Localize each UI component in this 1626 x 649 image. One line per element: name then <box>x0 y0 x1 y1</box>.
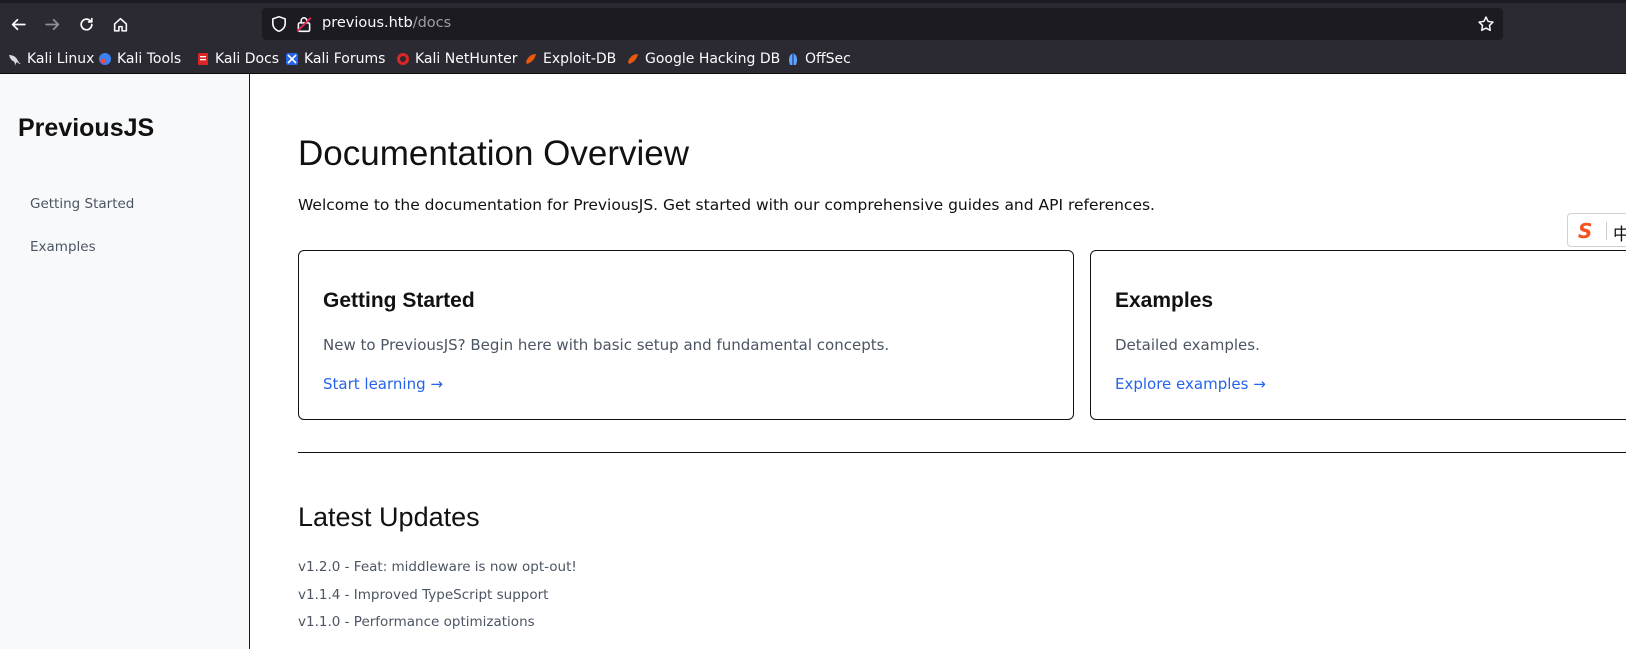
kali-docs-icon <box>198 53 208 65</box>
bookmark-label: Google Hacking DB <box>645 51 781 67</box>
card-title: Examples <box>1115 289 1214 312</box>
bookmark-kali-docs[interactable]: Kali Docs <box>196 50 279 68</box>
kali-forums-icon <box>286 53 298 65</box>
bookmark-label: Kali Forums <box>304 51 386 67</box>
bookmarks-bar: Kali Linux Kali Tools Kali Docs Kali For… <box>0 44 1626 74</box>
ghdb-icon <box>628 54 638 64</box>
home-icon <box>113 17 127 32</box>
bookmark-exploit-db[interactable]: Exploit-DB <box>524 50 616 68</box>
ime-toolbar[interactable]: S 中 <box>1567 213 1626 247</box>
card-examples: Examples Detailed examples. Explore exam… <box>1090 250 1626 420</box>
arrow-right-icon <box>44 18 59 30</box>
update-item: v1.1.4 - Improved TypeScript support <box>298 587 549 603</box>
kali-nethunter-icon <box>397 53 409 65</box>
bookmark-google-hacking-db[interactable]: Google Hacking DB <box>626 50 780 68</box>
exploit-db-icon <box>526 54 536 64</box>
sidebar-item-examples[interactable]: Examples <box>30 239 96 255</box>
main-content: Documentation Overview Welcome to the do… <box>250 74 1626 649</box>
bookmark-star-icon[interactable] <box>1477 15 1495 33</box>
explore-examples-link[interactable]: Explore examples → <box>1115 375 1266 393</box>
page-intro: Welcome to the documentation for Previou… <box>298 196 1155 214</box>
bookmark-kali-linux[interactable]: Kali Linux <box>8 50 94 68</box>
ime-separator <box>1606 222 1607 240</box>
back-button[interactable] <box>4 10 32 38</box>
card-description: Detailed examples. <box>1115 336 1260 354</box>
url-text[interactable]: previous.htb/docs <box>322 15 451 31</box>
bookmark-label: OffSec <box>805 51 851 67</box>
start-learning-link[interactable]: Start learning → <box>323 375 443 393</box>
reload-icon <box>79 17 93 31</box>
card-getting-started: Getting Started New to PreviousJS? Begin… <box>298 250 1074 420</box>
forward-button[interactable] <box>38 10 66 38</box>
home-button[interactable] <box>106 10 134 38</box>
shield-icon[interactable] <box>270 15 288 33</box>
bookmark-label: Exploit-DB <box>543 51 617 67</box>
url-path: /docs <box>412 15 452 31</box>
bookmark-kali-tools[interactable]: Kali Tools <box>98 50 181 68</box>
sidebar-item-getting-started[interactable]: Getting Started <box>30 196 134 212</box>
card-title: Getting Started <box>323 289 475 312</box>
brand-title[interactable]: PreviousJS <box>18 114 154 143</box>
arrow-left-icon <box>11 18 26 30</box>
bookmark-label: Kali Tools <box>117 51 182 67</box>
bookmark-kali-nethunter[interactable]: Kali NetHunter <box>396 50 517 68</box>
section-divider <box>298 452 1626 453</box>
update-item: v1.1.0 - Performance optimizations <box>298 614 535 630</box>
kali-tools-icon <box>99 53 111 65</box>
bookmark-label: Kali Linux <box>27 51 95 67</box>
card-description: New to PreviousJS? Begin here with basic… <box>323 336 890 354</box>
bookmark-label: Kali NetHunter <box>415 51 518 67</box>
sogou-logo-icon[interactable]: S <box>1578 219 1592 243</box>
bookmark-offsec[interactable]: OffSec <box>786 50 851 68</box>
browser-toolbar: previous.htb/docs <box>0 0 1626 44</box>
page-title: Documentation Overview <box>298 134 689 173</box>
kali-dragon-icon <box>9 55 21 66</box>
update-item: v1.2.0 - Feat: middleware is now opt-out… <box>298 559 577 575</box>
url-bar[interactable]: previous.htb/docs <box>262 8 1503 40</box>
insecure-lock-icon[interactable] <box>295 15 313 33</box>
offsec-icon <box>789 53 797 65</box>
docs-sidebar: PreviousJS Getting Started Examples <box>0 74 250 649</box>
url-host: previous.htb <box>322 15 413 31</box>
bookmark-kali-forums[interactable]: Kali Forums <box>285 50 385 68</box>
reload-button[interactable] <box>72 10 100 38</box>
updates-heading: Latest Updates <box>298 502 480 532</box>
bookmark-label: Kali Docs <box>215 51 280 67</box>
ime-mode-toggle[interactable]: 中 <box>1613 220 1626 245</box>
